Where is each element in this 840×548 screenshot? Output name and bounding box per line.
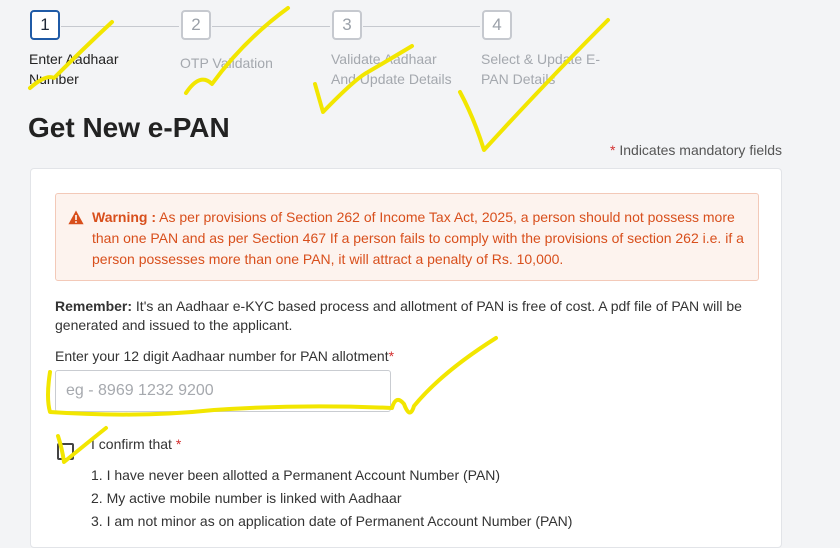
remember-note: Remember: It's an Aadhaar e-KYC based pr… [55,297,765,335]
step-label: Validate Aadhaar And Update Details [331,51,452,87]
step-update-epan: 4 Select & Update E-PAN Details [481,10,600,87]
progress-stepper: 1 Enter Aadhaar Number 2 OTP Validation … [0,0,840,100]
confirm-conditions-list: 1. I have never been allotted a Permanen… [91,464,572,533]
step-connector-1-2 [61,26,179,27]
step-label: Enter Aadhaar Number [29,51,119,87]
step-enter-aadhaar: 1 Enter Aadhaar Number [29,10,119,87]
step-connector-3-4 [363,26,480,27]
confirm-label-text: I confirm that [91,436,176,452]
aadhaar-field-label: Enter your 12 digit Aadhaar number for P… [55,348,394,364]
step-number: 3 [332,10,362,40]
step-label: Select & Update E-PAN Details [481,51,601,87]
warning-icon [68,210,84,225]
step-number: 4 [482,10,512,40]
list-item: 1. I have never been allotted a Permanen… [91,467,501,483]
step-connector-2-3 [212,26,330,27]
confirm-label: I confirm that * [91,436,181,452]
list-item: 3. I am not minor as on application date… [91,513,573,529]
step-validate-aadhaar: 3 Validate Aadhaar And Update Details [331,10,452,87]
mandatory-fields-note: * Indicates mandatory fields [610,142,782,158]
remember-label: Remember: [55,298,133,314]
mandatory-note-text: Indicates mandatory fields [615,142,782,158]
confirm-checkbox[interactable] [57,443,74,460]
aadhaar-number-input[interactable] [55,370,391,412]
warning-title: Warning : [92,209,157,225]
aadhaar-label-text: Enter your 12 digit Aadhaar number for P… [55,348,389,364]
page-title: Get New e-PAN [28,112,230,143]
step-label: OTP Validation [180,55,273,71]
step-otp-validation: 2 OTP Validation [180,10,273,71]
required-star: * [388,348,395,364]
list-item: 2. My active mobile number is linked wit… [91,490,402,506]
warning-alert: Warning : As per provisions of Section 2… [55,193,759,281]
warning-text: As per provisions of Section 262 of Inco… [92,209,744,267]
epan-form-card: Warning : As per provisions of Section 2… [30,168,782,548]
step-number: 2 [181,10,211,40]
required-star: * [175,436,182,452]
step-number: 1 [30,10,60,40]
remember-text: It's an Aadhaar e-KYC based process and … [55,298,742,333]
